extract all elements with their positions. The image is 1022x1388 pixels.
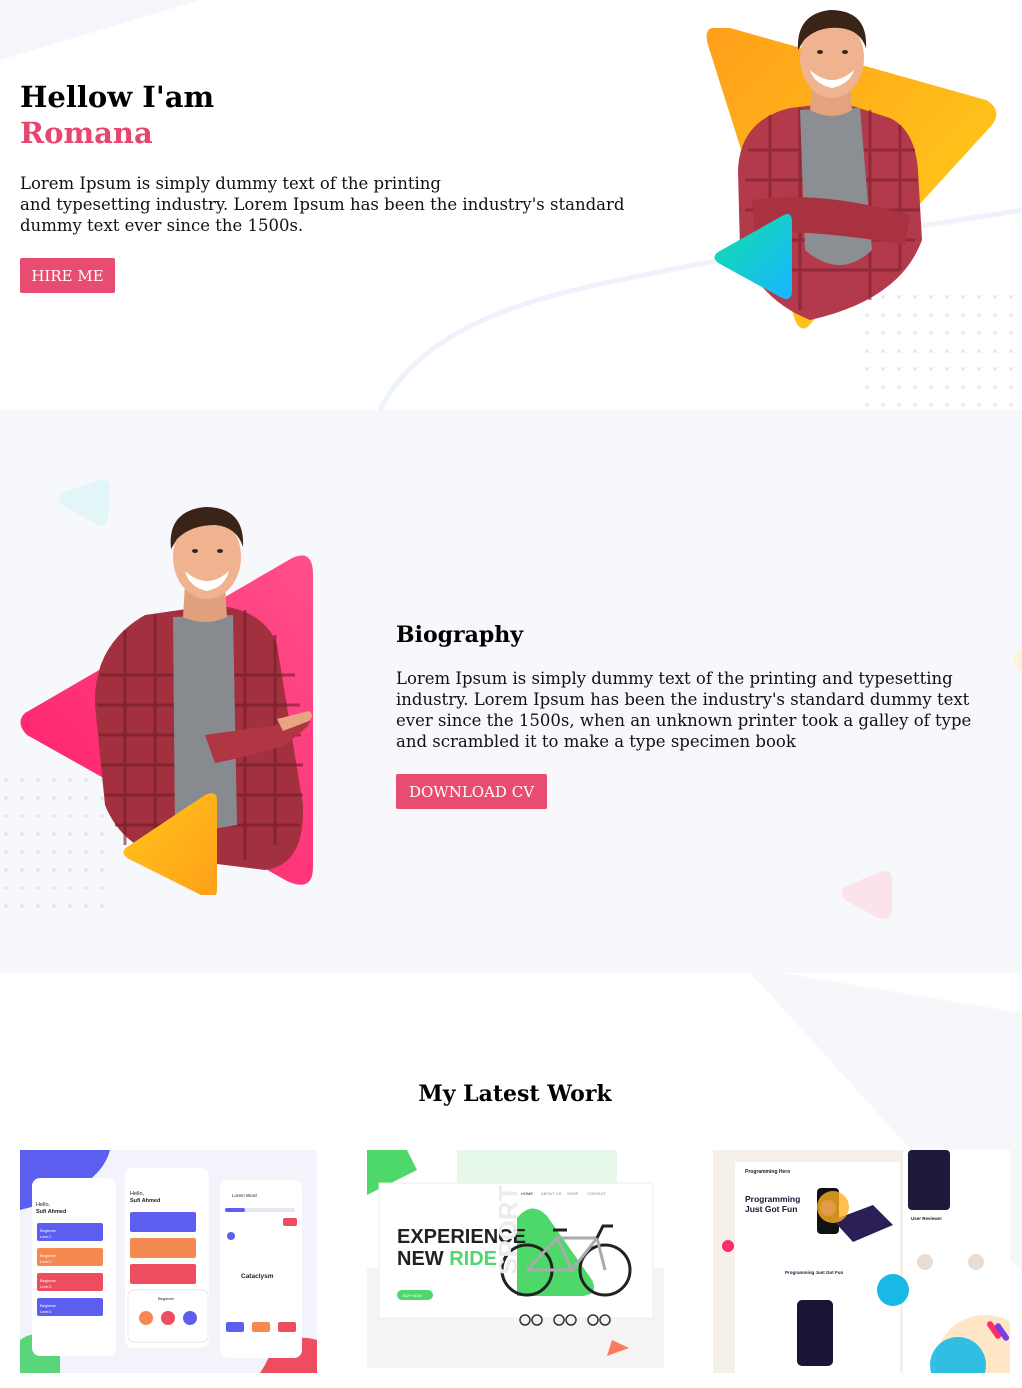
app-card-beginner: Beginner [158,1296,175,1301]
app-level-label-1: Beginner [40,1228,57,1233]
biography-section: Biography Lorem Ipsum is simply dummy te… [0,410,1022,973]
bike-nav-shop: SHOP [567,1191,579,1196]
app-level-label-3: Beginner [40,1278,57,1283]
bike-headline-2: NEW RIDE [397,1248,497,1270]
programming-section-title: Programming Just Got Fun [785,1270,844,1275]
biography-title: Biography [396,622,524,648]
bike-headline-2b: RIDE [449,1248,497,1270]
download-cv-button[interactable]: DOWNLOAD CV [396,774,547,809]
latest-work-title: My Latest Work [418,1081,612,1107]
app-user-2: Sufi Ahmed [130,1198,160,1204]
work-card-programming-site[interactable]: Programming Hero Programming Just Got Fu… [713,1150,1010,1373]
bike-nav-home: HOME [521,1191,533,1196]
programming-hero-line-1: Programming [745,1194,800,1204]
mobile-app-mockup: Hello, Sufi Ahmed Hello, Sufi Ahmed Lore… [20,1150,317,1373]
biography-text: Lorem Ipsum is simply dummy text of the … [396,669,972,751]
hero-description-line-1: Lorem Ipsum is simply dummy text of the … [20,174,441,193]
app-level-1: Level 1 [40,1235,51,1239]
bike-watermark: SPORT [493,1185,523,1275]
bike-nav-about: ABOUT US [541,1191,562,1196]
app-user-1: Sufi Ahmed [36,1209,66,1215]
hero-heading: Hellow I'am Romana [20,79,214,151]
hero-name: Romana [20,116,153,150]
bike-landing-mockup: EXPERIENCE NEW RIDE SPORT BUY NOW HOME A… [367,1150,664,1373]
app-hello-2: Hello, [130,1191,145,1197]
work-card-bike-landing[interactable]: EXPERIENCE NEW RIDE SPORT BUY NOW HOME A… [367,1150,664,1373]
programming-hero-line-2: Just Got Fun [745,1204,797,1214]
hero-greeting: Hellow I'am [20,80,215,114]
hero-section: Hellow I'am Romana Lorem Ipsum is simply… [0,0,1022,410]
bike-headline-2a: NEW [397,1248,449,1270]
work-card-mobile-app[interactable]: Hello, Sufi Ahmed Hello, Sufi Ahmed Lore… [20,1150,317,1373]
bike-nav-contact: CONTACT [587,1191,607,1196]
app-level-label-4: Beginner [40,1303,57,1308]
programming-reviews-title: User Reviews! [911,1216,942,1221]
latest-work-section: My Latest Work Hello, Sufi Ahmed Hello, … [0,973,1022,1388]
app-level-4: Level 4 [40,1310,51,1314]
app-hello-1: Hello, [36,1202,51,1208]
hero-portrait [706,10,997,329]
app-word: Cataclysm [241,1273,274,1280]
app-level-2: Level 2 [40,1260,51,1264]
biography-portrait [20,507,313,895]
programming-brand: Programming Hero [745,1169,790,1175]
hero-description: Lorem Ipsum is simply dummy text of the … [20,173,640,236]
app-level-3: Level 3 [40,1285,51,1289]
programming-site-mockup: Programming Hero Programming Just Got Fu… [713,1150,1010,1373]
bike-cta-label: BUY NOW [403,1293,422,1298]
app-screen-header: Lorem Word [232,1193,257,1198]
hire-me-button[interactable]: HIRE ME [20,258,115,293]
hero-description-line-2: and typesetting industry. Lorem Ipsum ha… [20,195,625,235]
app-level-label-2: Beginner [40,1253,57,1258]
